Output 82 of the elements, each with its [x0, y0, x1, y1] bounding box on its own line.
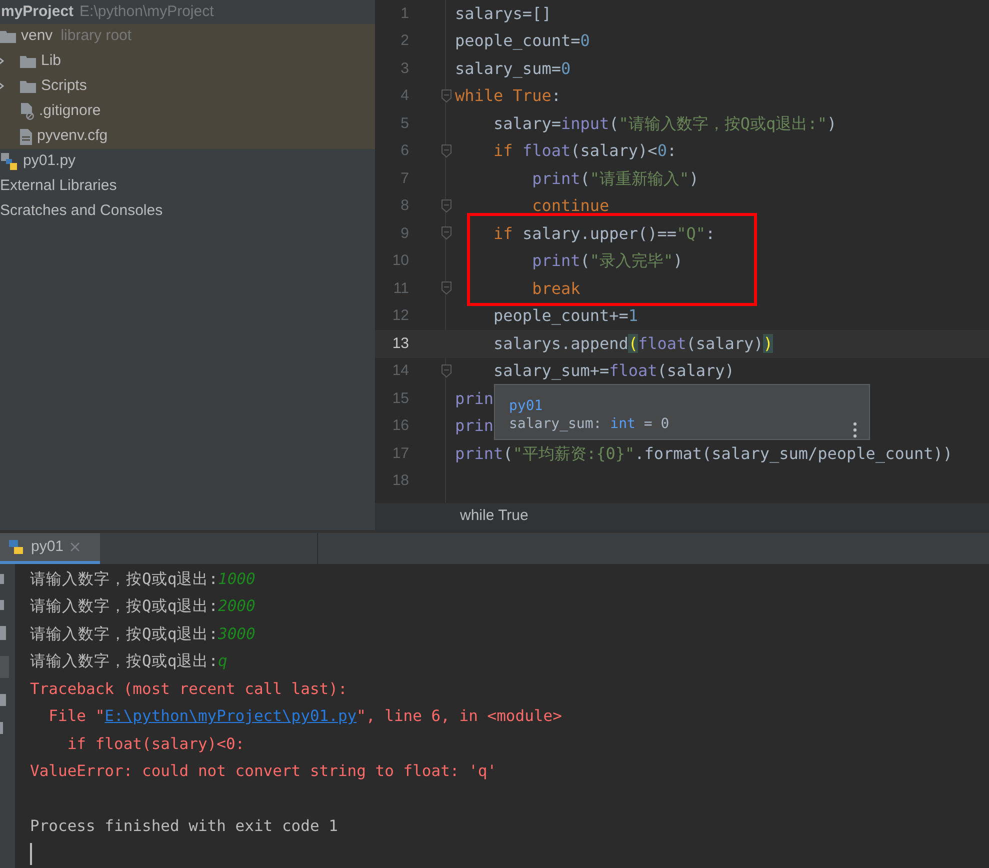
console-output: 请输入数字，按Q或q退出:1000	[30, 568, 256, 590]
line-number: 5	[400, 114, 409, 134]
python-file-icon	[0, 152, 18, 170]
code-line: salarys=[]	[455, 2, 552, 25]
fold-marker-icon[interactable]	[441, 198, 452, 212]
line-number: 3	[400, 58, 409, 78]
line-number: 9	[400, 224, 409, 244]
code-line: prin	[455, 388, 494, 410]
code-line: print("平均薪资:{0}".format(salary_sum/people_count))	[455, 442, 952, 465]
tree-item-label[interactable]: Lib	[41, 50, 62, 73]
tree-item-label[interactable]: pyvenv.cfg	[37, 125, 108, 148]
breadcrumb[interactable]: while True	[460, 505, 528, 528]
console-output: 请输入数字，按Q或q退出:q	[30, 651, 228, 672]
code-line: continue	[531, 195, 610, 218]
code-line: while True:	[455, 85, 561, 108]
code-line: print("请重新输入")	[531, 168, 699, 190]
line-number: 17	[391, 444, 409, 464]
tooltip-title: py01	[509, 397, 543, 415]
code-line: if float(salary)<0:	[492, 140, 677, 162]
error-output: Traceback (most recent call last):	[30, 678, 348, 700]
tree-item-label[interactable]: py01.py	[23, 150, 76, 173]
tree-item-label[interactable]: Scratches and Consoles	[0, 200, 163, 223]
line-number: 13	[391, 334, 409, 354]
console-output: 请输入数字，按Q或q退出:3000	[30, 624, 256, 645]
line-number: 15	[391, 388, 409, 408]
tree-item-label[interactable]: Scripts	[41, 75, 87, 98]
tab-label: py01	[31, 536, 64, 556]
toolbar-icon[interactable]	[0, 574, 4, 584]
fold-marker-icon[interactable]	[441, 364, 452, 378]
folder-icon	[0, 30, 16, 43]
code-line: salary=input("请输入数字，按Q或q退出:")	[492, 112, 837, 135]
console-tab[interactable]: py01	[0, 533, 100, 564]
line-number: 4	[400, 86, 409, 106]
code-line: people_count+=1	[492, 305, 638, 328]
line-number: 7	[400, 168, 409, 188]
line-number: 11	[392, 278, 409, 298]
line-number: 1	[400, 4, 409, 24]
file-link[interactable]: E:\python\myProject\py01.py	[104, 707, 357, 726]
line-number: 10	[391, 251, 409, 271]
line-number: 18	[391, 471, 409, 491]
error-output: if float(salary)<0:	[66, 734, 245, 755]
line-number: 8	[400, 196, 409, 216]
folder-icon	[20, 80, 36, 93]
project-name[interactable]: myProject	[1, 0, 74, 24]
tooltip-text: salary_sum: int = 0	[509, 415, 670, 433]
code-line: people_count=0	[455, 30, 590, 52]
more-icon[interactable]	[853, 422, 857, 438]
toolbar-icon[interactable]	[0, 626, 6, 640]
code-line: salary_sum=0	[455, 58, 571, 80]
line-number: 12	[391, 306, 409, 326]
line-number: 2	[400, 31, 409, 51]
tree-item-label[interactable]: .gitignore	[39, 100, 101, 123]
tree-item-label[interactable]: External Libraries	[0, 175, 117, 198]
code-line: if salary.upper()=="Q":	[492, 222, 716, 245]
close-icon[interactable]	[70, 542, 80, 552]
code-line: print("录入完毕")	[531, 250, 683, 272]
toolbar-icon[interactable]	[0, 600, 4, 610]
toolbar-icon[interactable]	[0, 694, 6, 706]
project-path: E:\python\myProject	[80, 2, 214, 22]
line-number: 14	[391, 361, 409, 381]
fold-marker-icon[interactable]	[441, 281, 452, 295]
line-number: 16	[391, 416, 409, 436]
error-output: File "E:\python\myProject\py01.py", line 6, in <module>	[48, 706, 562, 728]
tree-item-note: library root	[60, 26, 132, 46]
line-number: 6	[400, 141, 409, 161]
code-line: break	[531, 278, 580, 300]
ignored-file-icon	[20, 103, 34, 120]
text-cursor	[30, 843, 32, 866]
console-output: 请输入数字，按Q或q退出:2000	[30, 596, 256, 618]
error-output: ValueError: could not convert string to float: 'q'	[30, 761, 497, 782]
fold-marker-icon[interactable]	[441, 226, 452, 240]
python-icon	[7, 538, 25, 556]
fold-marker-icon[interactable]	[441, 88, 452, 102]
code-line: salarys.append(float(salary))	[492, 332, 773, 355]
toolbar-icon[interactable]	[0, 722, 3, 734]
code-line: prin	[455, 415, 494, 438]
tree-item-label[interactable]: venv	[21, 25, 53, 48]
code-line: salary_sum+=float(salary)	[492, 360, 734, 382]
console-output: Process finished with exit code 1	[30, 816, 338, 838]
text-file-icon	[20, 128, 32, 144]
folder-icon	[20, 55, 36, 68]
fold-marker-icon[interactable]	[441, 144, 452, 158]
